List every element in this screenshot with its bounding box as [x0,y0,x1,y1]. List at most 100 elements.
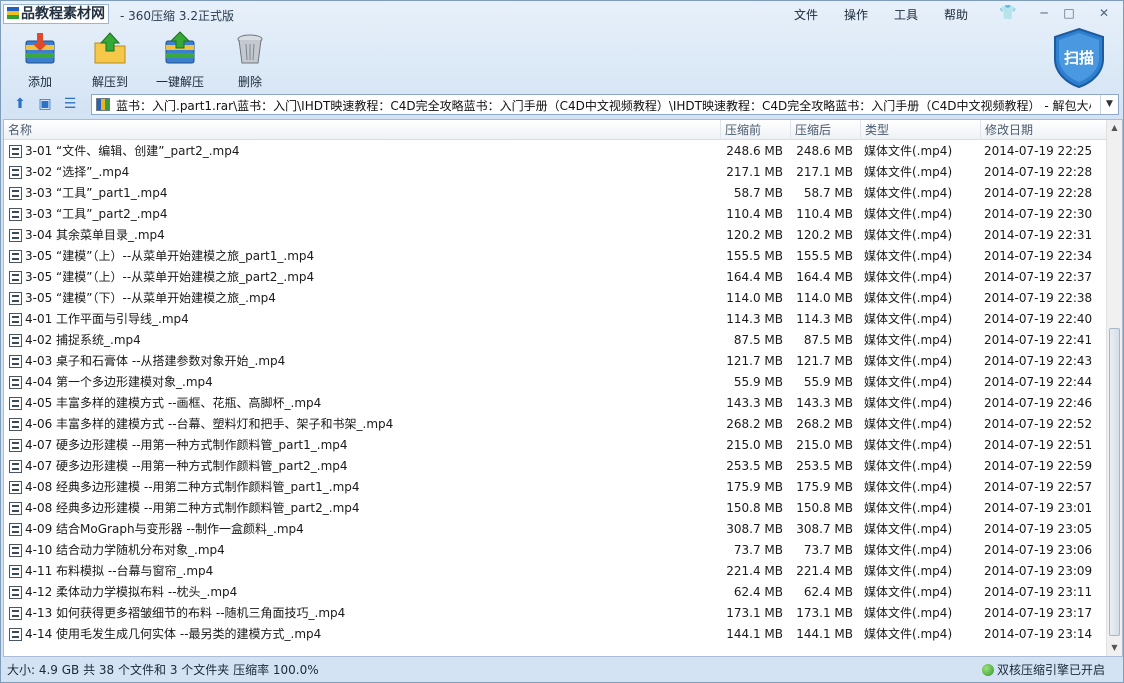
file-modified: 2014-07-19 22:25 [984,144,1093,158]
scroll-up-icon[interactable]: ▲ [1107,120,1122,136]
col-modified-header[interactable]: 修改日期 [980,120,1108,140]
table-row[interactable]: 4-08 经典多边形建模 --用第二种方式制作颜料管_part2_.mp4 150… [4,498,1108,519]
file-name: 4-04 第一个多边形建模对象_.mp4 [25,375,213,389]
address-path: 蓝书：入门.part1.rar\蓝书：入门\IHDT映速教程：C4D完全攻略蓝书… [116,99,1091,113]
file-size: 55.9 MB [733,375,783,389]
up-folder-icon[interactable]: ⬆ [11,95,29,113]
file-packed-size: 120.2 MB [796,228,853,242]
file-size: 308.7 MB [726,522,783,536]
add-button[interactable]: 添加 [8,31,72,91]
col-size-header[interactable]: 压缩前 [720,120,790,140]
file-modified: 2014-07-19 23:01 [984,501,1093,515]
table-row[interactable]: 3-05 “建模”（上）--从菜单开始建模之旅_part2_.mp4 164.4 … [4,267,1108,288]
thumbnail-view-icon[interactable]: ▣ [36,95,54,113]
col-name-header[interactable]: 名称 [4,120,720,140]
file-name: 4-08 经典多边形建模 --用第二种方式制作颜料管_part2_.mp4 [25,501,360,515]
rar-file-icon [96,98,110,111]
file-name: 3-05 “建模”（上）--从菜单开始建模之旅_part2_.mp4 [25,270,315,284]
table-row[interactable]: 4-07 硬多边形建模 --用第一种方式制作颜料管_part2_.mp4 253.… [4,456,1108,477]
file-size: 58.7 MB [733,186,783,200]
file-name: 4-12 柔体动力学模拟布料 --枕头_.mp4 [25,585,238,599]
file-name: 4-14 使用毛发生成几何实体 --最另类的建模方式_.mp4 [25,627,322,641]
engine-status[interactable]: 双核压缩引擎已开启 [981,658,1105,682]
extract-to-button[interactable]: 解压到 [78,31,142,91]
table-row[interactable]: 4-14 使用毛发生成几何实体 --最另类的建模方式_.mp4 144.1 MB 1… [4,624,1108,645]
menu-help[interactable]: 帮助 [944,6,968,23]
table-row[interactable]: 3-03 “工具”_part2_.mp4 110.4 MB 110.4 MB 媒体文件… [4,204,1108,225]
file-list[interactable]: 名称 压缩前 压缩后 类型 修改日期 3-01 “文件、编辑、创建”_part2… [3,119,1123,657]
archive-icon [7,7,19,19]
chevron-down-icon[interactable]: ▼ [1100,95,1118,114]
file-size: 217.1 MB [726,165,783,179]
scroll-thumb[interactable] [1109,328,1120,636]
table-row[interactable]: 4-08 经典多边形建模 --用第二种方式制作颜料管_part1_.mp4 175… [4,477,1108,498]
extract-to-label: 解压到 [91,75,128,89]
file-name: 3-01 “文件、编辑、创建”_part2_.mp4 [25,144,240,158]
title-bar[interactable]: 品教程素材网 - 360压缩 3.2正式版 文件 操作 工具 帮助 👕 ─ □ … [1,1,1123,27]
table-row[interactable]: 3-03 “工具”_part1_.mp4 58.7 MB 58.7 MB 媒体文件(.… [4,183,1108,204]
table-row[interactable]: 3-02 “选择”_.mp4 217.1 MB 217.1 MB 媒体文件(.mp4)… [4,162,1108,183]
file-size: 87.5 MB [733,333,783,347]
video-file-icon [9,502,22,515]
video-file-icon [9,334,22,347]
video-file-icon [9,229,22,242]
file-modified: 2014-07-19 23:17 [984,606,1093,620]
table-row[interactable]: 4-04 第一个多边形建模对象_.mp4 55.9 MB 55.9 MB 媒体文件(.… [4,372,1108,393]
status-bar: 大小: 4.9 GB 共 38 个文件和 3 个文件夹 压缩率 100.0% 双… [1,658,1123,682]
video-file-icon [9,145,22,158]
menu-operation[interactable]: 操作 [844,6,868,23]
address-bar[interactable]: 蓝书：入门.part1.rar\蓝书：入门\IHDT映速教程：C4D完全攻略蓝书… [91,94,1119,115]
file-name: 4-01 工作平面与引导线_.mp4 [25,312,189,326]
file-packed-size: 253.5 MB [796,459,853,473]
file-type: 媒体文件(.mp4) [864,543,953,557]
engine-status-icon [981,664,994,676]
file-type: 媒体文件(.mp4) [864,564,953,578]
one-click-extract-button[interactable]: 一键解压 [148,31,212,91]
col-packed-header[interactable]: 压缩后 [790,120,860,140]
file-name: 4-11 布料模拟 --台幕与窗帘_.mp4 [25,564,214,578]
app-logo: 品教程素材网 [3,4,109,24]
list-view-icon[interactable]: ☰ [61,95,79,113]
file-packed-size: 221.4 MB [796,564,853,578]
delete-button[interactable]: 删除 [218,31,282,91]
menu-tools[interactable]: 工具 [894,6,918,23]
scan-button[interactable]: 扫描 [1051,27,1107,89]
table-row[interactable]: 4-12 柔体动力学模拟布料 --枕头_.mp4 62.4 MB 62.4 MB 媒体… [4,582,1108,603]
table-row[interactable]: 4-07 硬多边形建模 --用第一种方式制作颜料管_part1_.mp4 215.… [4,435,1108,456]
table-row[interactable]: 4-09 结合MoGraph与变形器 --制作一盒颜料_.mp4 308.7 MB… [4,519,1108,540]
table-row[interactable]: 4-13 如何获得更多褶皱细节的布料 --随机三角面技巧_.mp4 173.1 M… [4,603,1108,624]
file-packed-size: 143.3 MB [796,396,853,410]
file-name: 3-04 其余菜单目录_.mp4 [25,228,165,242]
video-file-icon [9,607,22,620]
table-row[interactable]: 4-06 丰富多样的建模方式 --台幕、塑料灯和把手、架子和书架_.mp4 268… [4,414,1108,435]
col-type-header[interactable]: 类型 [860,120,980,140]
file-packed-size: 268.2 MB [796,417,853,431]
toolbar: 添加 解压到 一键解压 删除 扫描 [1,27,1123,91]
file-modified: 2014-07-19 22:44 [984,375,1093,389]
scroll-down-icon[interactable]: ▼ [1107,640,1122,656]
file-name: 4-05 丰富多样的建模方式 --画框、花瓶、高脚杯_.mp4 [25,396,322,410]
table-row[interactable]: 4-03 桌子和石膏体 --从搭建参数对象开始_.mp4 121.7 MB 121.… [4,351,1108,372]
delete-label: 删除 [237,75,262,89]
table-row[interactable]: 3-01 “文件、编辑、创建”_part2_.mp4 248.6 MB 248.6 … [4,141,1108,162]
table-row[interactable]: 4-11 布料模拟 --台幕与窗帘_.mp4 221.4 MB 221.4 MB 媒体… [4,561,1108,582]
window-title: - 360压缩 3.2正式版 [120,9,234,23]
table-row[interactable]: 4-02 捕捉系统_.mp4 87.5 MB 87.5 MB 媒体文件(.mp4) 20… [4,330,1108,351]
table-row[interactable]: 4-10 结合动力学随机分布对象_.mp4 73.7 MB 73.7 MB 媒体文件(… [4,540,1108,561]
close-icon[interactable]: ✕ [1094,4,1114,22]
table-row[interactable]: 3-05 “建模”（上）--从菜单开始建模之旅_part1_.mp4 155.5 … [4,246,1108,267]
file-type: 媒体文件(.mp4) [864,396,953,410]
menu-file[interactable]: 文件 [794,6,818,23]
file-type: 媒体文件(.mp4) [864,249,953,263]
vertical-scrollbar[interactable]: ▲ ▼ [1106,120,1122,656]
extract-folder-icon [94,32,126,64]
skin-shirt-icon[interactable]: 👕 [999,5,1017,21]
file-packed-size: 150.8 MB [796,501,853,515]
minimize-icon[interactable]: ─ [1034,4,1054,22]
table-row[interactable]: 4-01 工作平面与引导线_.mp4 114.3 MB 114.3 MB 媒体文件(.… [4,309,1108,330]
table-row[interactable]: 3-05 “建模”（下）--从菜单开始建模之旅_.mp4 114.0 MB 114.… [4,288,1108,309]
table-row[interactable]: 3-04 其余菜单目录_.mp4 120.2 MB 120.2 MB 媒体文件(.mp… [4,225,1108,246]
file-packed-size: 215.0 MB [796,438,853,452]
maximize-icon[interactable]: □ [1059,4,1079,22]
table-row[interactable]: 4-05 丰富多样的建模方式 --画框、花瓶、高脚杯_.mp4 143.3 MB 1… [4,393,1108,414]
